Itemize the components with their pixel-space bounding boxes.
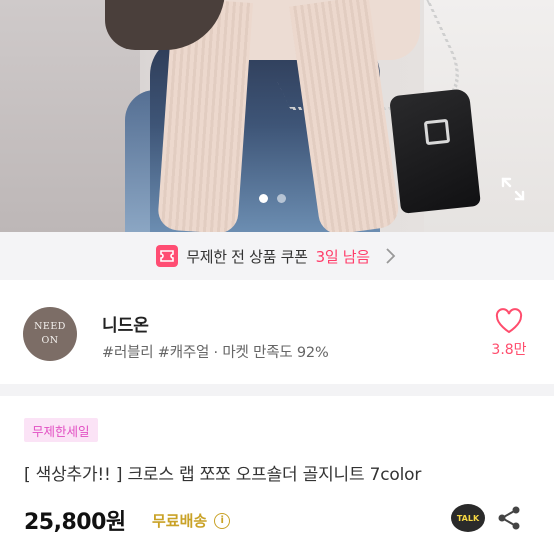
- expand-icon[interactable]: [500, 176, 526, 202]
- shop-info[interactable]: NEED ON 니드온 #러블리 #캐주얼 · 마켓 만족도 92% 3.8만: [0, 280, 554, 384]
- sale-badge: 무제한세일: [24, 418, 98, 442]
- image-bag: [389, 88, 481, 214]
- gallery-pagination: [259, 194, 286, 203]
- product-image[interactable]: [0, 0, 554, 232]
- shipping-label: 무료배송: [152, 512, 208, 530]
- shop-logo[interactable]: NEED ON: [23, 307, 77, 361]
- gallery-dot[interactable]: [277, 194, 286, 203]
- shop-logo-text: NEED: [34, 321, 66, 333]
- shop-name[interactable]: 니드온: [102, 311, 149, 336]
- like-count: 3.8만: [491, 342, 527, 358]
- image-bag-clasp: [423, 118, 451, 146]
- product-title: [ 색상추가!! ] 크로스 랩 쪼쪼 오프숄더 골지니트 7color: [24, 465, 422, 485]
- coupon-icon: [156, 245, 179, 267]
- share-icon[interactable]: [497, 505, 521, 531]
- shop-logo-text: ON: [41, 335, 59, 346]
- shop-tags: #러블리 #캐주얼 · 마켓 만족도 92%: [102, 345, 329, 361]
- coupon-deadline: 3일 남음: [315, 247, 371, 266]
- coupon-text: 무제한 전 상품 쿠폰: [186, 247, 308, 266]
- product-price: 25,800원: [24, 510, 126, 535]
- kakaotalk-icon[interactable]: TALK: [451, 504, 485, 532]
- coupon-banner[interactable]: 무제한 전 상품 쿠폰 3일 남음: [0, 232, 554, 280]
- chevron-right-icon: [386, 248, 396, 264]
- heart-icon[interactable]: [495, 308, 523, 334]
- section-divider: [0, 384, 554, 396]
- gallery-dot-active[interactable]: [259, 194, 268, 203]
- shipping-info[interactable]: 무료배송 i: [152, 510, 231, 531]
- info-icon[interactable]: i: [214, 512, 231, 529]
